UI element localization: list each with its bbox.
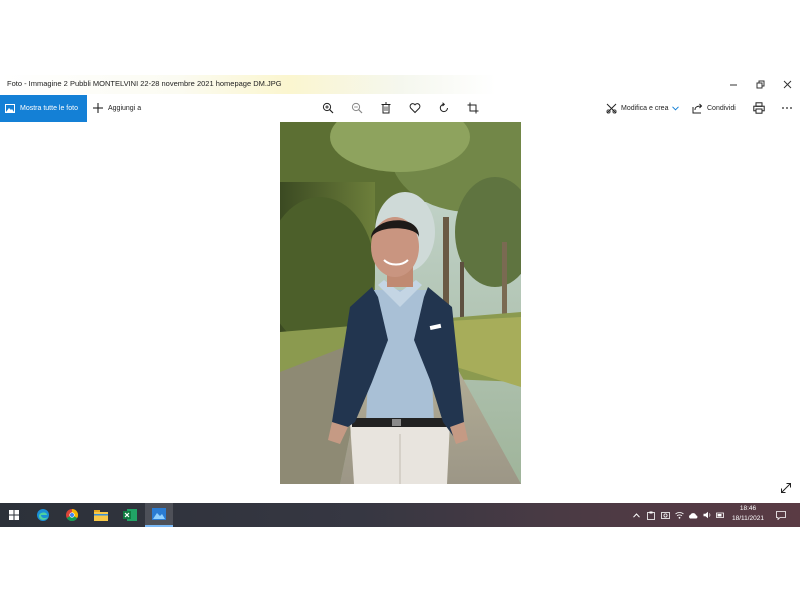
- show-all-photos-button[interactable]: Mostra tutte le foto: [0, 95, 87, 122]
- crop-button[interactable]: [465, 100, 481, 116]
- share-label: Condividi: [707, 104, 736, 112]
- taskbar-photos[interactable]: [145, 503, 173, 527]
- favorite-button[interactable]: [407, 100, 423, 116]
- tray-icon[interactable]: [674, 508, 684, 522]
- notification-icon: [776, 510, 786, 520]
- start-button[interactable]: [0, 503, 28, 527]
- restore-icon: [756, 80, 764, 88]
- photo-viewer-image[interactable]: [280, 122, 521, 484]
- tray-icon[interactable]: [646, 508, 656, 522]
- chevron-down-icon: [672, 105, 680, 111]
- share-icon: [692, 103, 703, 113]
- show-hidden-icons-button[interactable]: [631, 508, 641, 522]
- chrome-icon: [66, 509, 79, 522]
- notifications-button[interactable]: [775, 508, 787, 522]
- wifi-icon: [674, 512, 684, 519]
- photos-icon: [152, 508, 166, 520]
- taskbar-excel[interactable]: [116, 503, 144, 527]
- image-icon: [5, 104, 15, 113]
- zoom-out-button[interactable]: [349, 100, 365, 116]
- more-options-button[interactable]: [779, 100, 795, 116]
- clock-time: 18:46: [739, 505, 757, 512]
- print-button[interactable]: [751, 100, 767, 116]
- delete-button[interactable]: [378, 100, 394, 116]
- more-dots-icon: [782, 107, 792, 109]
- camera-icon: [660, 512, 670, 519]
- minimize-button[interactable]: [725, 78, 741, 90]
- printer-icon: [753, 102, 765, 114]
- edit-create-button[interactable]: Modifica e crea: [606, 101, 680, 115]
- clock-date: 18/11/2021: [731, 515, 765, 522]
- zoom-in-icon: [322, 102, 334, 114]
- zoom-in-button[interactable]: [320, 100, 336, 116]
- add-to-button[interactable]: Aggiungi a: [93, 101, 141, 115]
- edit-create-label: Modifica e crea: [621, 104, 669, 112]
- fullscreen-button[interactable]: [778, 480, 794, 496]
- taskbar-chrome[interactable]: [58, 503, 86, 527]
- chevron-up-icon: [632, 512, 640, 518]
- crop-icon: [467, 102, 479, 114]
- tray-icon[interactable]: [660, 508, 670, 522]
- trash-icon: [381, 102, 391, 114]
- restore-button[interactable]: [752, 78, 768, 90]
- taskbar-clock[interactable]: 18:46 18/11/2021: [724, 504, 772, 526]
- taskbar-edge[interactable]: [29, 503, 57, 527]
- tray-icon[interactable]: [688, 508, 698, 522]
- portrait-photo: [280, 122, 521, 484]
- cloud-icon: [688, 512, 698, 518]
- close-icon: [783, 80, 791, 88]
- show-all-photos-label: Mostra tutte le foto: [20, 105, 78, 112]
- zoom-out-icon: [351, 102, 363, 114]
- speaker-icon: [703, 511, 710, 519]
- add-to-label: Aggiungi a: [108, 104, 142, 112]
- edit-create-icon: [606, 103, 617, 114]
- excel-icon: [123, 509, 137, 521]
- minimize-icon: [729, 84, 737, 85]
- windows-start-icon: [9, 510, 19, 520]
- volume-button[interactable]: [702, 508, 712, 522]
- edge-icon: [37, 509, 49, 521]
- clipboard-icon: [647, 511, 655, 520]
- heart-icon: [409, 103, 421, 114]
- window-title: Foto - Immagine 2 Pubbli MONTELVINI 22-2…: [7, 79, 282, 88]
- file-explorer-icon: [94, 510, 108, 521]
- close-button[interactable]: [779, 78, 795, 90]
- expand-icon: [781, 483, 791, 493]
- share-button[interactable]: Condividi: [692, 101, 736, 115]
- rotate-icon: [439, 102, 448, 113]
- taskbar-file-explorer[interactable]: [87, 503, 115, 527]
- rotate-button[interactable]: [436, 100, 452, 116]
- plus-icon: [93, 103, 103, 113]
